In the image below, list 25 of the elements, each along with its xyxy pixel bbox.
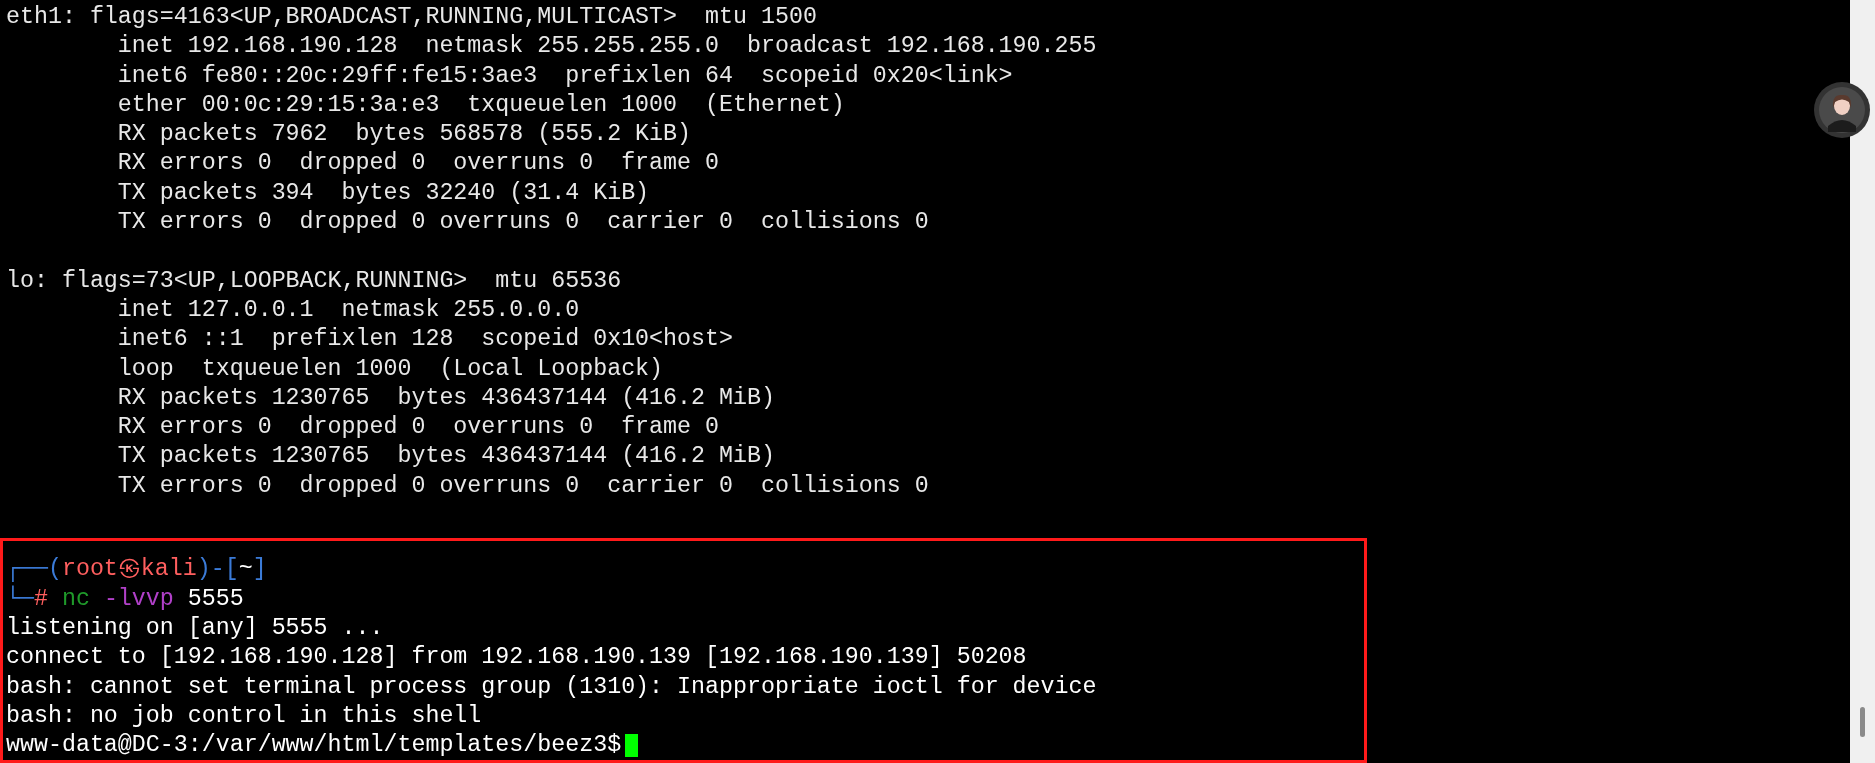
prompt-line: └─# nc -lvvp 5555 — [6, 584, 245, 614]
output-line: loop txqueuelen 1000 (Local Loopback) — [116, 354, 665, 384]
scrollbar-thumb[interactable] — [1860, 707, 1865, 737]
output-line: inet6 fe80::20c:29ff:fe15:3ae3 prefixlen 64 scopeid 0x20<link> — [116, 61, 1014, 91]
output-line: RX packets 1230765 bytes 436437144 (416.2 MiB) — [116, 383, 776, 413]
output-line: connect to [192.168.190.128] from 192.168.190.139 [192.168.190.139] 50208 — [6, 643, 1028, 673]
output-line: inet 192.168.190.128 netmask 255.255.255.0 broadcast 192.168.190.255 — [116, 32, 1098, 62]
output-line: lo: flags=73<UP,LOOPBACK,RUNNING> mtu 65536 — [6, 266, 623, 296]
shell-prompt: www-data@DC-3:/var/www/html/templates/beez3$ — [6, 731, 622, 761]
output-line: bash: cannot set terminal process group (1310): Inappropriate ioctl for device — [6, 672, 1098, 702]
output-line: TX errors 0 dropped 0 overruns 0 carrier 0 collisions 0 — [116, 208, 930, 238]
output-line: TX packets 1230765 bytes 436437144 (416.2 MiB) — [116, 442, 776, 472]
output-line: RX errors 0 dropped 0 overruns 0 frame 0 — [116, 413, 720, 443]
output-line: bash: no job control in this shell — [6, 701, 483, 731]
output-line: TX errors 0 dropped 0 overruns 0 carrier 0 collisions 0 — [116, 471, 930, 501]
output-line: TX packets 394 bytes 32240 (31.4 KiB) — [116, 178, 651, 208]
output-line: ether 00:0c:29:15:3a:e3 txqueuelen 1000 (Ethernet) — [116, 90, 846, 120]
avatar[interactable] — [1814, 82, 1870, 138]
output-line: inet 127.0.0.1 netmask 255.0.0.0 — [116, 295, 581, 325]
output-line: listening on [any] 5555 ... — [6, 613, 385, 643]
output-line: eth1: flags=4163<UP,BROADCAST,RUNNING,MULTICAST> mtu 1500 — [6, 3, 818, 32]
prompt-line: ┌──(root㉿kali)-[~] — [6, 555, 268, 585]
output-line: inet6 ::1 prefixlen 128 scopeid 0x10<host> — [116, 325, 734, 355]
output-line: RX packets 7962 bytes 568578 (555.2 KiB) — [116, 120, 693, 150]
output-line: RX errors 0 dropped 0 overruns 0 frame 0 — [116, 149, 720, 179]
